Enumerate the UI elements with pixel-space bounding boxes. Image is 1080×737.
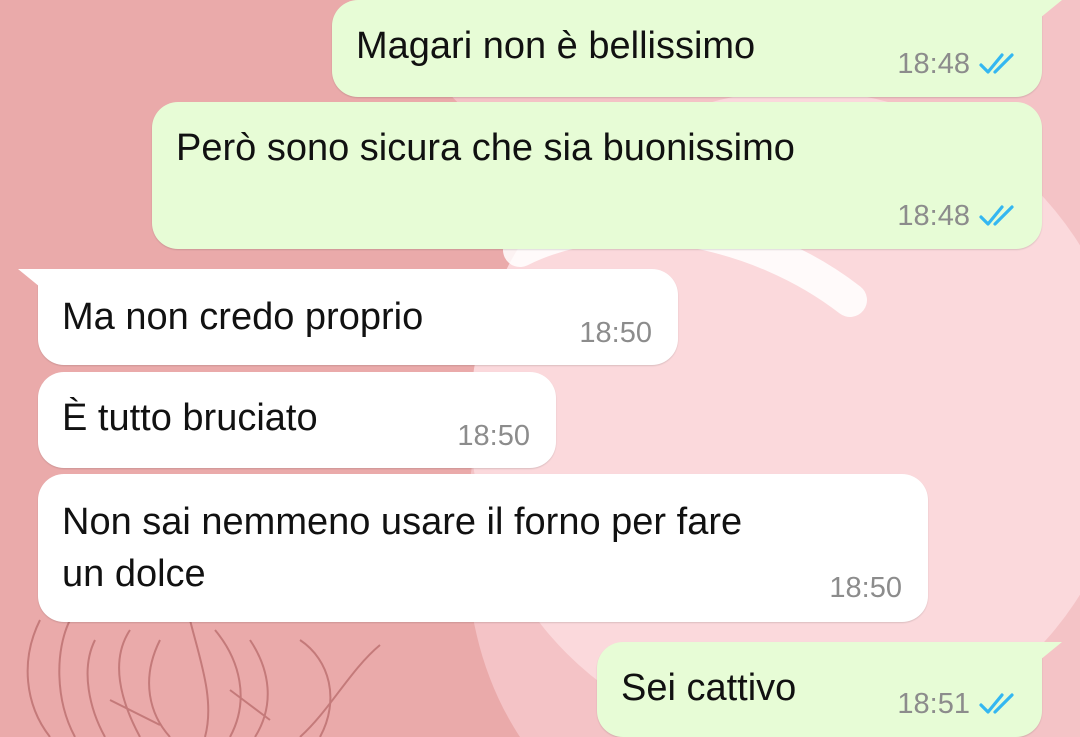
message-text: Sei cattivo bbox=[621, 667, 797, 709]
message-text: Magari non è bellissimo bbox=[356, 25, 756, 67]
bubble-tail bbox=[1040, 642, 1062, 660]
message-time: 18:50 bbox=[829, 572, 902, 604]
outgoing-message[interactable]: Magari non è bellissimo 18:48 bbox=[332, 0, 1062, 97]
double-check-icon bbox=[979, 53, 1014, 74]
message-text-line: un dolce bbox=[62, 553, 206, 595]
message-meta: 18:48 bbox=[897, 48, 1020, 80]
incoming-message[interactable]: È tutto bruciato 18:50 bbox=[38, 372, 556, 468]
message-meta: 18:51 bbox=[897, 688, 1020, 720]
message-meta: 18:50 bbox=[457, 420, 530, 452]
message-text: Però sono sicura che sia buonissimo bbox=[176, 127, 795, 169]
double-check-icon bbox=[979, 693, 1014, 714]
message-meta: 18:48 bbox=[897, 200, 1020, 232]
double-check-icon bbox=[979, 205, 1014, 226]
message-text-line: Non sai nemmeno usare il forno per fare bbox=[62, 501, 743, 543]
message-text: Ma non credo proprio bbox=[62, 296, 424, 338]
bubble-tail bbox=[18, 269, 40, 287]
message-time: 18:51 bbox=[897, 688, 970, 720]
message-text: È tutto bruciato bbox=[62, 397, 318, 439]
message-time: 18:50 bbox=[457, 420, 530, 452]
message-time: 18:50 bbox=[579, 317, 652, 349]
message-meta: 18:50 bbox=[579, 317, 652, 349]
message-time: 18:48 bbox=[897, 200, 970, 232]
bubble-tail bbox=[1040, 0, 1062, 18]
outgoing-message[interactable]: Però sono sicura che sia buonissimo 18:4… bbox=[152, 102, 1042, 249]
message-meta: 18:50 bbox=[829, 572, 902, 604]
message-time: 18:48 bbox=[897, 48, 970, 80]
chat-area[interactable]: Magari non è bellissimo 18:48 Però sono … bbox=[0, 0, 1080, 737]
outgoing-message[interactable]: Sei cattivo 18:51 bbox=[597, 642, 1062, 737]
incoming-message[interactable]: Non sai nemmeno usare il forno per fare … bbox=[38, 474, 928, 622]
incoming-message[interactable]: Ma non credo proprio 18:50 bbox=[18, 269, 678, 365]
